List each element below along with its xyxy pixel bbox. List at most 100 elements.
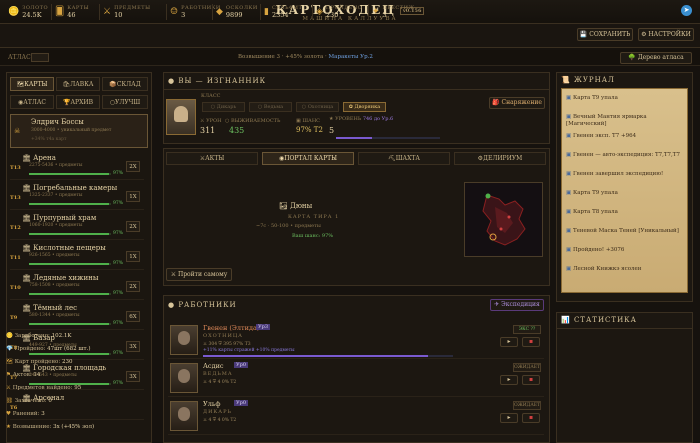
class-option[interactable]: ○ Дикарь — [202, 102, 245, 112]
journal-icon: ▣ — [566, 95, 572, 101]
journal-title: 📜 ЖУРНАЛ — [561, 76, 615, 84]
map-icon: 🗺 — [6, 359, 13, 365]
stat-row: 🗺 Карт пройдено: 230 — [6, 359, 73, 365]
worker-avatar — [170, 325, 198, 355]
damage-label: ⚔ УРОН — [200, 118, 222, 124]
tab-upgrade[interactable]: ○ УЛУЧШ — [102, 95, 148, 109]
sulfite-icon: ▮ — [264, 7, 269, 17]
expedition-button[interactable]: ✈ Экспедиция — [490, 299, 544, 311]
worker-dismiss-button[interactable]: ▪ — [522, 337, 540, 347]
location-item[interactable]: T10 🏛 Ледяные хижины 758-1508 • предметы 97… — [10, 272, 144, 300]
stat-row: ⚔ Предметов найдено: 95 — [6, 385, 82, 391]
journal-entry: ▣ Гвенен завершил экспедицию! — [566, 171, 664, 177]
stat-items: ⚔ ПРЕДМЕТЫ 10 — [103, 5, 151, 19]
level-label: ★ УРОВЕНЬ 746 до Ур.6 — [329, 116, 394, 122]
location-item[interactable]: T13 🏛 Погребальные камеры 1325-2337 • пред… — [10, 182, 144, 210]
multiplier-button[interactable]: 2X — [126, 281, 140, 292]
worker-row: Асдис Ур0 ВЕДЬМА ⚔ 4 ⛨ 4 0% T2 ОЖИДАЕТ ▸… — [168, 361, 544, 397]
shards-icon: ◆ — [216, 7, 223, 17]
worker-row: Гвенен (Элтида) Ур3 ОХОТНИЦА ⚔ 304 ⛨ 395… — [168, 323, 544, 359]
atlas-link[interactable]: Маракеты Ур.2 — [329, 54, 373, 60]
hero-title: ● ВЫ — ИЗГНАННИК — [168, 77, 267, 85]
stat-row: 💎 Пройдено: 47шт (682 шт.) — [6, 346, 91, 352]
workers-icon: ☺ — [170, 7, 179, 17]
tab-atlas[interactable]: ◉ АТЛАС — [10, 95, 54, 109]
location-item[interactable]: T11 🏛 Кислотные пещеры 926-1565 • предметы… — [10, 242, 144, 270]
class-option[interactable]: ✿ Дворянка — [343, 102, 386, 112]
telegram-icon[interactable]: ➤ — [681, 5, 692, 16]
worker-bonus: +11% карты стражей +10% предметы — [203, 348, 295, 353]
tab-maps[interactable]: 🗺 КАРТЫ — [10, 77, 54, 91]
worker-stats: ⚔ 304 ⛨ 395 97% T3 — [203, 342, 251, 347]
boss-extra: +34% т4а карт — [31, 137, 67, 142]
tab-archive[interactable]: 🏆 АРХИВ — [56, 95, 100, 109]
multiplier-button[interactable]: 3X — [126, 341, 140, 352]
stat-row: 🪙 Заработано: 102.1K — [6, 333, 72, 339]
stat-passed: ◈ ПРОЙДЕНО 230 — [316, 5, 363, 19]
class-option[interactable]: ○ Ведьма — [249, 102, 292, 112]
map-tier: КАРТА ТИРА 1 — [288, 214, 340, 220]
tab-storage[interactable]: 📦 СКЛАД — [102, 77, 148, 91]
multiplier-button[interactable]: 2X — [126, 221, 140, 232]
worker-avatar — [170, 401, 198, 431]
respec-button[interactable]: 🎒 Снаряжение — [489, 97, 545, 109]
location-info: 1060-1920 • предметы — [29, 223, 83, 228]
worker-action-button[interactable]: ▸ — [500, 413, 518, 423]
worker-avatar — [170, 363, 198, 393]
tab-portal-3[interactable]: ⚙ ДЕЛИРИУМ — [454, 152, 546, 165]
multiplier-button[interactable]: 1X — [126, 191, 140, 202]
worker-class: ДИКАРЬ — [203, 409, 232, 415]
location-info: 580-1344 • предметы — [29, 313, 80, 318]
journal-scroll: ▣ Карта Т9 упала ▣ Вечный Мантия ярмарка … — [561, 88, 688, 293]
worker-dismiss-button[interactable]: ▪ — [522, 375, 540, 385]
multiplier-button[interactable]: 6X — [126, 311, 140, 322]
location-item[interactable]: T13 🏛 Арена 2275-5436 • предметы 97% 2X — [10, 152, 144, 180]
atlas-info: Возвышение 3 · +45% золота · Маракеты Ур… — [238, 54, 373, 60]
multiplier-button[interactable]: 3X — [126, 371, 140, 382]
survival-label: ○ ВЫЖИВАЕМОСТЬ — [225, 118, 281, 124]
location-name: 🏛 Ледяные хижины — [22, 274, 99, 282]
atlas-toggle[interactable] — [31, 53, 49, 62]
worker-name: Гвенен (Элтида) — [203, 324, 260, 332]
journal-icon: ▣ — [566, 190, 572, 196]
swords-icon: ⚔ — [6, 385, 11, 391]
multiplier-button[interactable]: 2X — [126, 161, 140, 172]
tab-portal-2[interactable]: ⛏ ШАХТА — [358, 152, 450, 165]
tab-portal-1[interactable]: ◉ ПОРТАЛ КАРТЫ — [262, 152, 354, 165]
map-minimap — [464, 182, 543, 257]
worker-level: Ур0 — [234, 362, 248, 368]
class-option[interactable]: ○ Охотница — [296, 102, 339, 112]
gold-icon: 🪙 — [8, 7, 20, 17]
location-item[interactable]: T12 🏛 Пурпурный храм 1060-1920 • предметы 9… — [10, 212, 144, 240]
journal-entry: ▣ Карта Т8 упала — [566, 209, 618, 215]
worker-action-button[interactable]: ▸ — [500, 337, 518, 347]
worker-progress — [203, 355, 453, 357]
location-name: 🏛 Арена — [22, 154, 56, 162]
multiplier-button[interactable]: 1X — [126, 251, 140, 262]
worker-status: ОЖИДАЕТ — [513, 363, 541, 372]
worker-action-button[interactable]: ▸ — [500, 375, 518, 385]
worker-class: ВЕДЬМА — [203, 371, 233, 377]
location-progress — [29, 233, 111, 235]
save-button[interactable]: 💾 СОХРАНИТЬ — [577, 28, 633, 41]
worker-dismiss-button[interactable]: ▪ — [522, 413, 540, 423]
journal-entry: ▣ Гвенен — авто-экспедиция: Т7,Т7,Т7 — [566, 152, 680, 158]
boss-entry[interactable]: ☠ Элдрич Боссы 3000-4000 • уникальный пр… — [10, 114, 148, 148]
atlas-tree-button[interactable]: 🌳 Дерево атласа — [620, 52, 692, 64]
tab-portal-0[interactable]: ⚔ АКТЫ — [166, 152, 258, 165]
journal-entry: ▣ Пройдено! +3076 — [566, 247, 625, 253]
tab-shop[interactable]: 🛍 ЛАВКА — [56, 77, 100, 91]
worker-row: Ульф Ур0 ДИКАРЬ ⚔ 4 ⛨ 4 0% T2 ОЖИДАЕТ ▸ … — [168, 399, 544, 435]
location-item[interactable]: T9 🏛 Тёмный лес 580-1344 • предметы 97% 6X — [10, 302, 144, 330]
settings-button[interactable]: ⚙ НАСТРОЙКИ — [638, 28, 694, 41]
journal-entry: ▣ Теневой Маска Теней [Уникальный] — [566, 228, 679, 234]
map-stats: ~7с · 50-100 • предметы — [256, 223, 321, 229]
run-map-button[interactable]: ⚔ Пройти самому — [166, 268, 232, 281]
journal-icon: ▣ — [566, 247, 572, 253]
prestige-icon: ✦ — [372, 7, 380, 17]
location-name: 🏛 Тёмный лес — [22, 304, 78, 312]
atlas-label: АТЛАС: — [8, 54, 33, 61]
location-progress — [29, 203, 111, 205]
statistics-panel — [556, 312, 693, 443]
journal-icon: ▣ — [566, 114, 572, 120]
